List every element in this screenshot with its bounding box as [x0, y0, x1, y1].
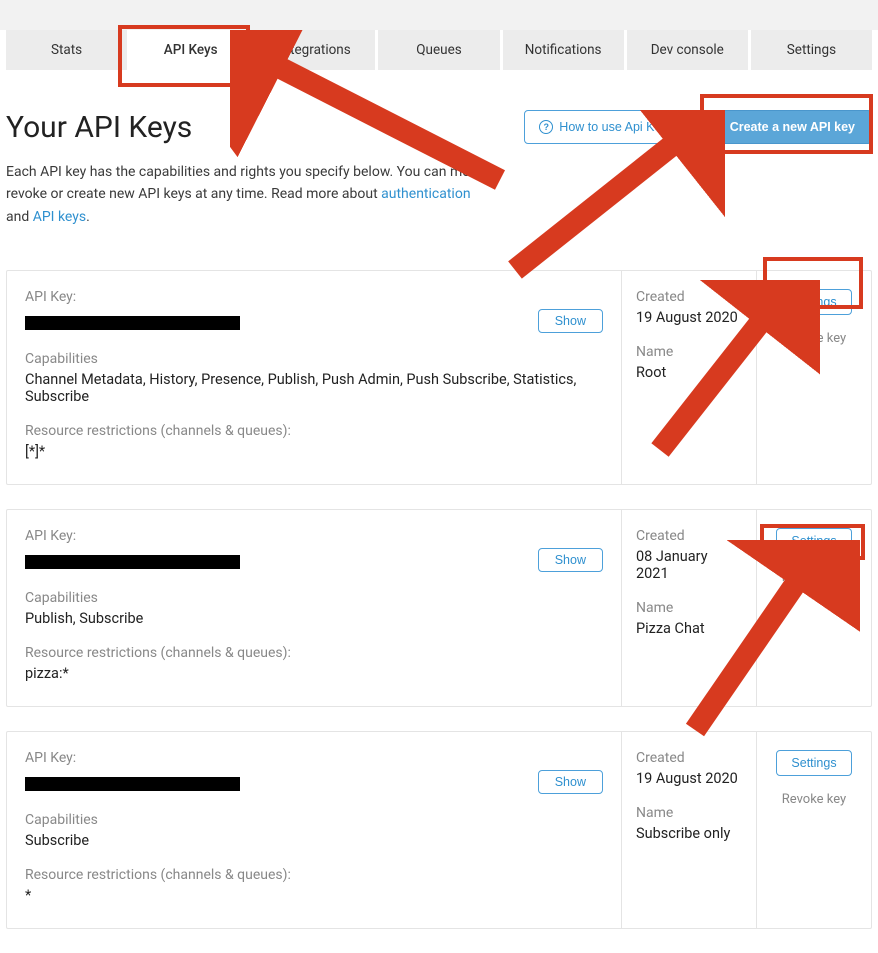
key-settings-button[interactable]: Settings	[776, 528, 851, 554]
api-key-value-redacted	[25, 777, 240, 791]
api-key-label: API Key:	[25, 289, 603, 305]
tab-stats[interactable]: Stats	[6, 30, 127, 70]
show-key-button[interactable]: Show	[538, 309, 603, 333]
name-value: Pizza Chat	[636, 620, 742, 637]
show-key-button[interactable]: Show	[538, 548, 603, 572]
restrictions-label: Resource restrictions (channels & queues…	[25, 423, 603, 439]
name-label: Name	[636, 344, 742, 360]
page-title: Your API Keys	[6, 110, 192, 145]
capabilities-label: Capabilities	[25, 812, 603, 828]
key-settings-button[interactable]: Settings	[776, 289, 851, 315]
capabilities-label: Capabilities	[25, 590, 603, 606]
plus-icon	[710, 120, 724, 134]
revoke-key-button[interactable]: Revoke key	[782, 331, 846, 346]
tab-api-keys[interactable]: API Keys	[130, 30, 251, 70]
name-label: Name	[636, 805, 742, 821]
api-key-value-redacted	[25, 316, 240, 330]
name-value: Subscribe only	[636, 825, 742, 842]
how-to-use-button[interactable]: ? How to use Api Key	[524, 110, 682, 144]
name-label: Name	[636, 600, 742, 616]
how-to-use-label: How to use Api Key	[559, 120, 667, 134]
created-label: Created	[636, 528, 742, 544]
restrictions-value: pizza:*	[25, 665, 603, 682]
capabilities-value: Publish, Subscribe	[25, 610, 603, 627]
tab-integrations[interactable]: Integrations	[254, 30, 375, 70]
api-key-card: API Key: Show Capabilities Channel Metad…	[6, 270, 872, 485]
api-key-card: API Key: Show Capabilities Subscribe Res…	[6, 731, 872, 929]
tab-settings[interactable]: Settings	[751, 30, 872, 70]
api-key-card: API Key: Show Capabilities Publish, Subs…	[6, 509, 872, 707]
created-value: 19 August 2020	[636, 309, 742, 326]
created-value: 19 August 2020	[636, 770, 742, 787]
tab-dev-console[interactable]: Dev console	[627, 30, 748, 70]
intro-text: Each API key has the capabilities and ri…	[6, 161, 496, 228]
tab-notifications[interactable]: Notifications	[503, 30, 624, 70]
api-key-value-redacted	[25, 555, 240, 569]
api-key-label: API Key:	[25, 528, 603, 544]
created-label: Created	[636, 750, 742, 766]
tabs-row: Stats API Keys Integrations Queues Notif…	[0, 30, 878, 70]
help-icon: ?	[539, 120, 553, 134]
created-value: 08 January 2021	[636, 548, 742, 582]
name-value: Root	[636, 364, 742, 381]
created-label: Created	[636, 289, 742, 305]
tab-queues[interactable]: Queues	[378, 30, 499, 70]
auth-link[interactable]: authentication	[381, 186, 470, 202]
capabilities-label: Capabilities	[25, 351, 603, 367]
api-keys-link[interactable]: API keys	[33, 209, 86, 225]
create-api-key-button[interactable]: Create a new API key	[693, 110, 872, 144]
restrictions-value: *	[25, 887, 603, 904]
capabilities-value: Channel Metadata, History, Presence, Pub…	[25, 371, 603, 405]
create-api-key-label: Create a new API key	[730, 120, 855, 134]
capabilities-value: Subscribe	[25, 832, 603, 849]
api-key-label: API Key:	[25, 750, 603, 766]
restrictions-label: Resource restrictions (channels & queues…	[25, 645, 603, 661]
show-key-button[interactable]: Show	[538, 770, 603, 794]
revoke-key-button[interactable]: Revoke key	[782, 570, 846, 585]
key-settings-button[interactable]: Settings	[776, 750, 851, 776]
restrictions-value: [*]*	[25, 443, 603, 460]
restrictions-label: Resource restrictions (channels & queues…	[25, 867, 603, 883]
revoke-key-button[interactable]: Revoke key	[782, 792, 846, 807]
